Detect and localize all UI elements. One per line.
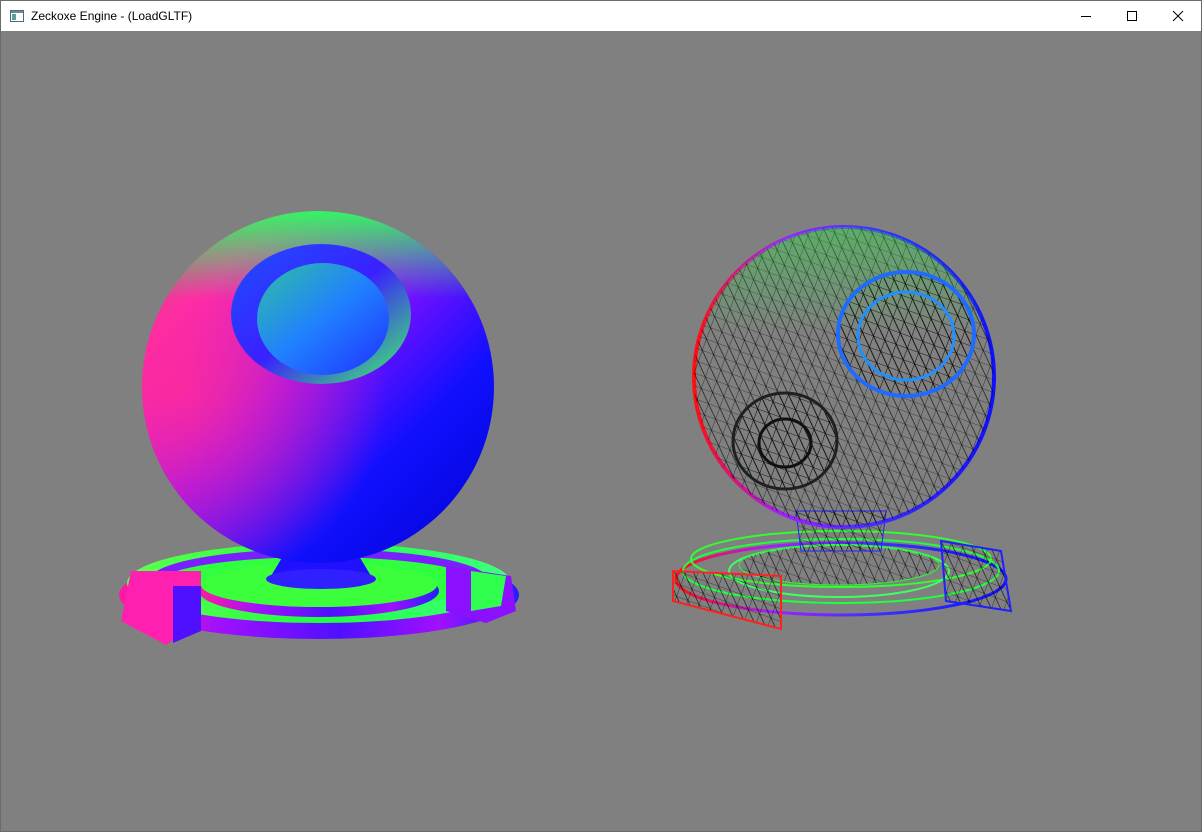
maximize-button[interactable] [1109,1,1155,31]
app-window: Zeckoxe Engine - (LoadGLTF) [0,0,1202,832]
close-icon [1172,10,1184,22]
minimize-button[interactable] [1063,1,1109,31]
caption-buttons [1063,1,1201,31]
window-title: Zeckoxe Engine - (LoadGLTF) [31,9,193,23]
close-button[interactable] [1155,1,1201,31]
title-bar[interactable]: Zeckoxe Engine - (LoadGLTF) [1,1,1201,31]
material-ball-wireframe [672,225,1013,631]
app-window-icon [10,10,24,22]
render-viewport[interactable] [1,31,1201,831]
scene-canvas [119,211,1013,645]
material-ball-shaded [119,211,519,645]
maximize-icon [1127,11,1137,21]
minimize-icon [1081,16,1091,17]
